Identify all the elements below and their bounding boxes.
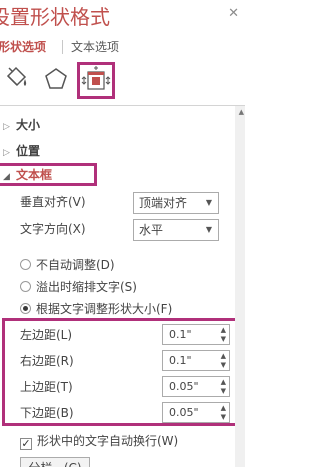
bottom-margin-label: 下边距(B)	[20, 406, 74, 420]
left-margin-spinner[interactable]: 0.1" ▲ ▼	[162, 324, 230, 345]
spin-up-icon[interactable]: ▲	[221, 352, 226, 360]
spin-down-icon[interactable]: ▼	[221, 387, 226, 395]
tab-text-options[interactable]: 文本选项	[71, 38, 119, 56]
chevron-down-icon: ▼	[205, 198, 212, 207]
spin-up-icon[interactable]: ▲	[221, 326, 226, 334]
wrap-text-checkbox[interactable]: ✓	[20, 438, 32, 450]
pentagon-icon[interactable]	[41, 64, 71, 94]
radio-resize-shape[interactable]: 根据文字调整形状大小(F)	[20, 300, 172, 318]
section-position[interactable]: ▷ 位置	[3, 142, 40, 160]
text-direction-label: 文字方向(X)	[20, 222, 86, 236]
section-size-label: 大小	[16, 118, 41, 132]
left-margin-label: 左边距(L)	[20, 328, 73, 342]
spin-up-icon[interactable]: ▲	[221, 378, 226, 386]
radio-shrink-on-overflow[interactable]: 溢出时缩排文字(S)	[20, 278, 137, 296]
tab-divider	[62, 40, 63, 54]
spin-down-icon[interactable]: ▼	[221, 413, 226, 421]
spin-down-icon[interactable]: ▼	[221, 335, 226, 343]
bottom-margin-value: 0.05"	[169, 406, 199, 419]
section-position-label: 位置	[16, 144, 41, 158]
header-divider	[0, 105, 245, 106]
columns-button[interactable]: 分栏...(C)	[20, 457, 90, 467]
right-margin-label: 右边距(R)	[20, 354, 74, 368]
collapsed-arrow-icon: ▷	[3, 148, 10, 158]
wrap-text-label: 形状中的文字自动换行(W)	[37, 434, 179, 448]
top-margin-value: 0.05"	[169, 380, 199, 393]
scrollbar[interactable]	[235, 106, 245, 467]
valign-value: 顶端对齐	[139, 196, 188, 210]
scroll-up-icon[interactable]: ▲	[239, 108, 244, 116]
text-direction-dropdown[interactable]: 水平 ▼	[133, 219, 219, 241]
radio-label: 不自动调整(D)	[36, 258, 115, 272]
valign-label: 垂直对齐(V)	[20, 195, 86, 209]
spin-up-icon[interactable]: ▲	[221, 404, 226, 412]
chevron-down-icon: ▼	[205, 225, 212, 234]
section-size[interactable]: ▷ 大小	[3, 116, 40, 134]
wrap-text-option[interactable]: ✓ 形状中的文字自动换行(W)	[20, 432, 178, 450]
radio-button[interactable]	[20, 259, 31, 270]
radio-no-autofit[interactable]: 不自动调整(D)	[20, 256, 115, 274]
tab-shape-options[interactable]: 形状选项	[0, 38, 46, 56]
radio-label: 溢出时缩排文字(S)	[36, 280, 137, 294]
radio-label: 根据文字调整形状大小(F)	[36, 302, 173, 316]
top-margin-label: 上边距(T)	[20, 380, 73, 394]
right-margin-value: 0.1"	[169, 354, 192, 367]
text-direction-value: 水平	[139, 223, 164, 237]
valign-dropdown[interactable]: 顶端对齐 ▼	[133, 192, 219, 214]
pane-title: 设置形状格式	[0, 5, 110, 29]
bottom-margin-spinner[interactable]: 0.05" ▲ ▼	[162, 402, 230, 423]
textbox-layout-icon[interactable]	[77, 62, 115, 99]
top-margin-spinner[interactable]: 0.05" ▲ ▼	[162, 376, 230, 397]
collapsed-arrow-icon: ▷	[3, 122, 10, 132]
left-margin-value: 0.1"	[169, 328, 192, 341]
spin-down-icon[interactable]: ▼	[221, 361, 226, 369]
paint-bucket-icon[interactable]	[1, 64, 31, 94]
right-margin-spinner[interactable]: 0.1" ▲ ▼	[162, 350, 230, 371]
close-icon[interactable]: ✕	[228, 6, 239, 21]
radio-button-selected[interactable]	[20, 303, 31, 314]
radio-button[interactable]	[20, 281, 31, 292]
textbox-section-highlight	[0, 163, 97, 186]
